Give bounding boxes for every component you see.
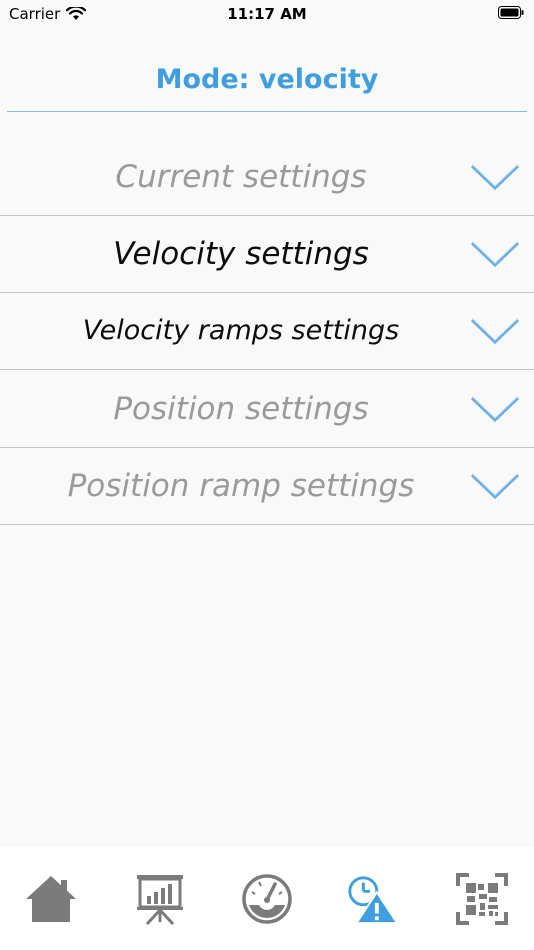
section-current-settings[interactable]: Current settings	[0, 138, 534, 216]
chevron-down-icon[interactable]	[470, 317, 520, 345]
chevron-down-icon[interactable]	[470, 240, 520, 268]
status-time: 11:17 AM	[227, 5, 307, 23]
section-label: Position settings	[113, 390, 369, 427]
chevron-down-icon[interactable]	[470, 163, 520, 191]
section-label: Velocity settings	[113, 235, 369, 272]
section-position-ramp-settings[interactable]: Position ramp settings	[0, 447, 534, 525]
tab-scan[interactable]	[455, 872, 509, 926]
section-label: Current settings	[115, 158, 367, 195]
tab-home[interactable]	[24, 872, 78, 926]
status-bar: Carrier 11:17 AM	[0, 0, 534, 28]
section-position-settings[interactable]: Position settings	[0, 370, 534, 448]
presentation-chart-icon	[137, 875, 183, 926]
section-velocity-settings[interactable]: Velocity settings	[0, 215, 534, 293]
tab-bar	[0, 847, 534, 950]
battery-icon	[498, 6, 524, 19]
speedometer-icon	[242, 874, 292, 924]
tab-statistics[interactable]	[133, 872, 187, 926]
tab-speed[interactable]	[240, 872, 294, 926]
section-label: Position ramp settings	[67, 467, 415, 504]
section-velocity-ramps-settings[interactable]: Velocity ramps settings	[0, 292, 534, 370]
chevron-down-icon[interactable]	[470, 395, 520, 423]
section-label: Velocity ramps settings	[82, 315, 400, 346]
tab-alarms[interactable]	[345, 872, 399, 926]
home-icon	[26, 876, 76, 922]
page-title: Mode: velocity	[155, 64, 379, 95]
title-divider	[7, 111, 527, 112]
clock-warning-icon	[348, 876, 399, 925]
chevron-down-icon[interactable]	[470, 472, 520, 500]
qr-code-icon	[456, 873, 508, 925]
